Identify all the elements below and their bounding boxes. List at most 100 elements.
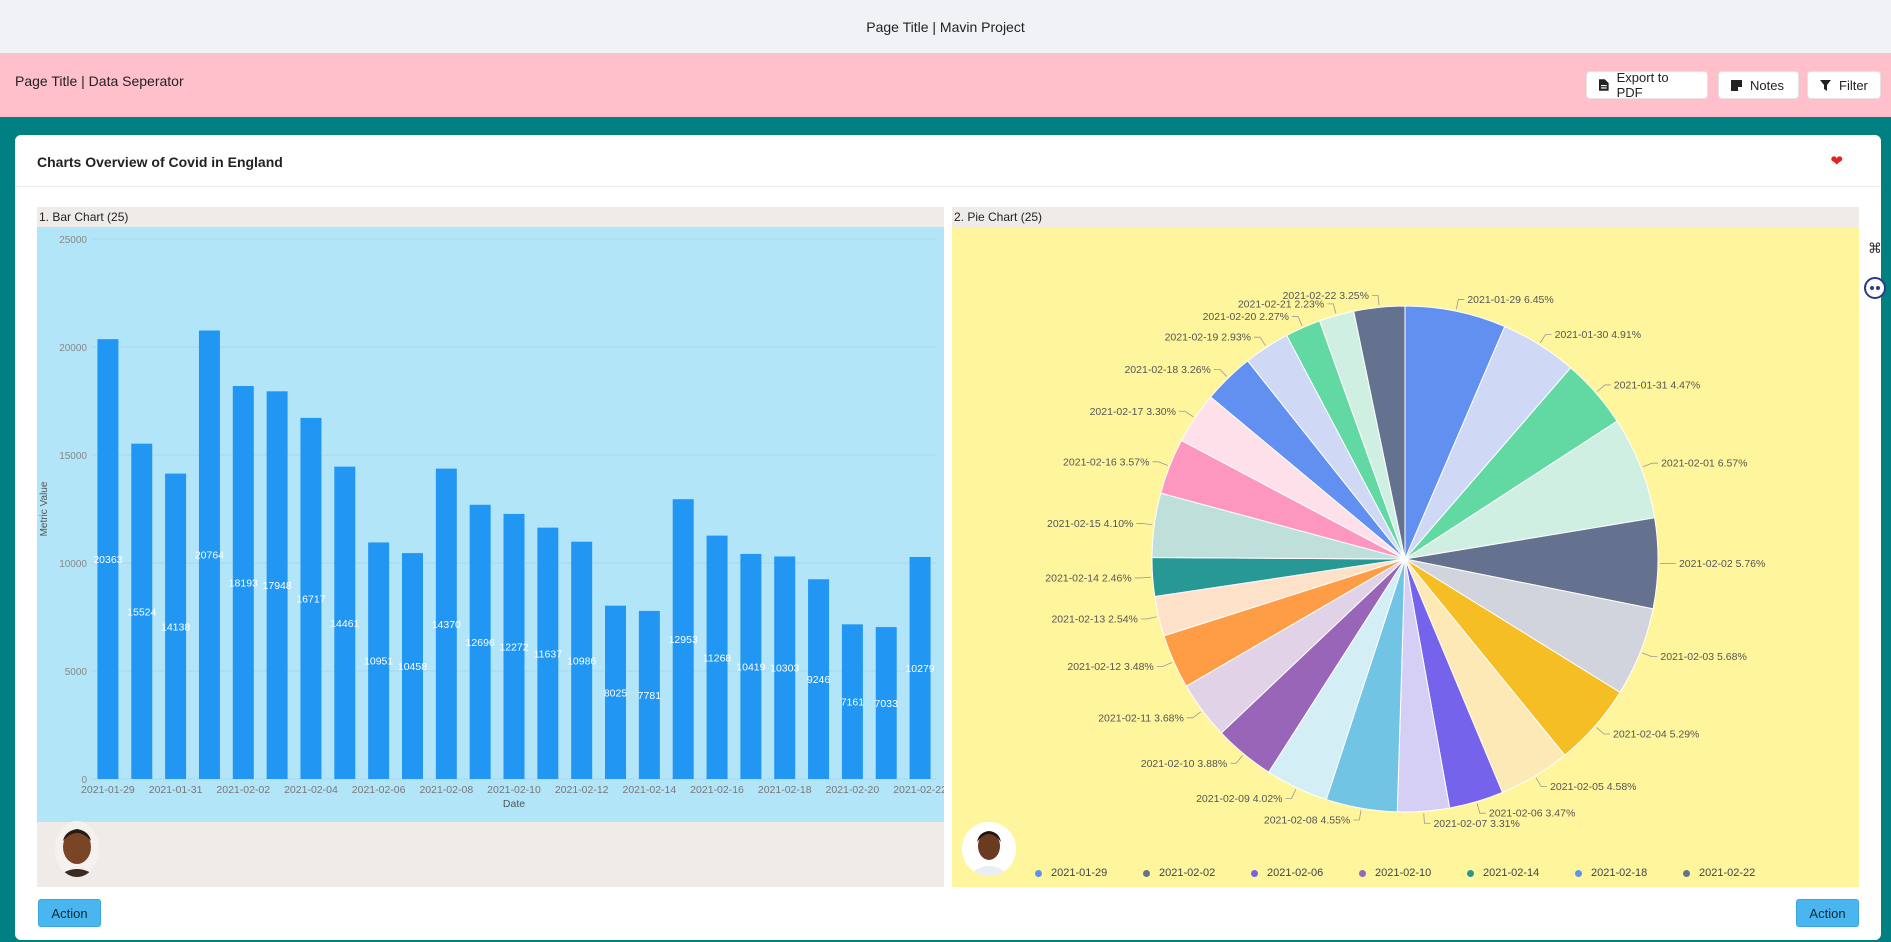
assistant-icon[interactable] [1863, 276, 1887, 300]
legend-item[interactable]: 2021-01-29 [1035, 867, 1143, 879]
pie-leader-line [1230, 755, 1243, 764]
x-axis-label: Date [503, 798, 525, 810]
legend-dot-icon [1143, 869, 1150, 877]
action-button-left[interactable]: Action [38, 899, 101, 927]
bar-value-label: 16717 [296, 593, 325, 605]
pie-slice-label: 2021-02-03 5.68% [1660, 651, 1746, 663]
bar-value-label: 10279 [905, 663, 934, 675]
avatar-2 [962, 822, 1016, 876]
charts-card: Charts Overview of Covid in England ❤ 1.… [15, 135, 1881, 940]
pie-slice-label: 2021-02-14 2.46% [1045, 572, 1131, 584]
filter-label: Filter [1839, 77, 1868, 93]
bar-value-label: 9246 [807, 674, 831, 686]
legend-dot-icon [1359, 869, 1366, 877]
legend-dot-icon [1251, 869, 1258, 877]
page-header: Page Title | Mavin Project [0, 0, 1891, 53]
bar-chart-label: 1. Bar Chart (25) [39, 210, 129, 224]
pie-slice-label: 2021-02-09 4.02% [1196, 793, 1282, 805]
x-tick-label: 2021-02-02 [216, 784, 270, 796]
export-pdf-button[interactable]: Export to PDF [1586, 70, 1708, 100]
x-tick-label: 2021-02-14 [623, 784, 677, 796]
bar-value-label: 18193 [229, 578, 258, 590]
x-tick-label: 2021-02-10 [487, 784, 541, 796]
x-tick-label: 2021-02-12 [555, 784, 609, 796]
bar-value-label: 15524 [127, 606, 156, 618]
y-tick-label: 25000 [59, 235, 87, 246]
x-tick-label: 2021-02-22 [893, 784, 944, 796]
pdf-icon [1599, 79, 1609, 91]
section-title: Page Title | Data Seperator [15, 73, 184, 89]
pie-leader-line [1186, 711, 1202, 719]
pie-leader-line [1371, 294, 1380, 306]
legend-label: 2021-02-02 [1159, 867, 1216, 879]
pie-leader-line [1292, 316, 1303, 326]
pie-slice-label: 2021-01-29 6.45% [1467, 294, 1553, 306]
x-tick-label: 2021-01-29 [81, 784, 135, 796]
pie-slice-label: 2021-02-20 2.27% [1203, 311, 1289, 323]
x-tick-label: 2021-01-31 [149, 784, 203, 796]
legend-item[interactable]: 2021-02-14 [1467, 867, 1575, 879]
page-title: Page Title | Mavin Project [866, 18, 1025, 35]
pie-leader-line [1535, 777, 1548, 787]
pie-leader-line [1152, 461, 1168, 466]
command-icon[interactable]: ⌘ [1863, 236, 1887, 260]
pie-slice-label: 2021-02-08 4.55% [1264, 815, 1350, 827]
bot-face-icon [1864, 277, 1886, 299]
x-tick-label: 2021-02-08 [419, 784, 473, 796]
legend-item[interactable]: 2021-02-06 [1251, 867, 1359, 879]
pie-slice-label: 2021-02-22 3.25% [1283, 290, 1369, 302]
legend-item[interactable]: 2021-02-22 [1683, 867, 1791, 879]
pie-slice-label: 2021-01-30 4.91% [1555, 329, 1641, 341]
sub-header: Page Title | Data Seperator Export to PD… [0, 53, 1891, 117]
pie-slice-label: 2021-01-31 4.47% [1614, 379, 1700, 391]
pie-slice-label: 2021-02-04 5.29% [1613, 729, 1699, 741]
bar-value-label: 17948 [263, 580, 292, 592]
legend-item[interactable]: 2021-02-18 [1575, 867, 1683, 879]
pie-leader-line [1178, 410, 1194, 418]
pie-leader-line [1327, 303, 1337, 314]
legend-label: 2021-02-06 [1267, 867, 1324, 879]
person-avatar-icon [55, 821, 99, 877]
pie-leader-line [1539, 334, 1552, 344]
note-icon [1731, 79, 1742, 91]
y-tick-label: 10000 [59, 559, 87, 570]
pie-slice-label: 2021-02-19 2.93% [1165, 332, 1251, 344]
pie-slice-label: 2021-02-18 3.26% [1124, 364, 1210, 376]
y-axis-label: Metric Value [39, 481, 50, 536]
pie-leader-line [1134, 576, 1151, 579]
favorite-heart-icon[interactable]: ❤ [1830, 152, 1843, 170]
pie-chart: 2021-01-29 6.45% 2021-01-30 4.91% 2021-01-… [952, 227, 1859, 887]
pie-leader-line [1423, 813, 1431, 824]
bar-value-label: 11268 [703, 652, 732, 664]
bar-value-label: 7033 [875, 698, 899, 710]
bar-value-label: 12272 [499, 641, 528, 653]
bar-value-label: 10986 [567, 655, 596, 667]
bar-chart-panel: 1. Bar Chart (25) 0 5000 10000 15000 20000 25… [37, 207, 944, 887]
pie-slice-label: 2021-02-17 3.30% [1090, 406, 1176, 418]
legend-item[interactable]: 2021-02-10 [1359, 867, 1467, 879]
pie-slice-label: 2021-02-10 3.88% [1141, 758, 1227, 770]
legend-dot-icon [1683, 869, 1690, 877]
pie-leader-line [1156, 662, 1173, 667]
legend-label: 2021-02-22 [1699, 867, 1756, 879]
filter-button[interactable]: Filter [1807, 71, 1881, 99]
pie-leader-line [1476, 803, 1486, 814]
legend-item[interactable]: 2021-02-02 [1143, 867, 1251, 879]
x-tick-label: 2021-02-16 [690, 784, 744, 796]
pie-slice-label: 2021-02-13 2.54% [1051, 614, 1137, 626]
bar-value-label: 11637 [534, 648, 563, 660]
bar-value-label: 10419 [736, 661, 765, 673]
notes-button[interactable]: Notes [1718, 71, 1799, 99]
bar-value-label: 14138 [161, 621, 190, 633]
pie-slice-label: 2021-02-15 4.10% [1047, 518, 1133, 530]
action-button-right[interactable]: Action [1796, 899, 1859, 927]
pie-slice-label: 2021-02-11 3.68% [1098, 712, 1184, 724]
bar-value-label: 14370 [432, 619, 461, 631]
bar-value-label: 10951 [364, 656, 393, 668]
pie-leader-line [1254, 336, 1266, 346]
legend-dot-icon [1467, 869, 1474, 877]
legend-dot-icon [1035, 869, 1042, 877]
pie-leader-line [1353, 810, 1362, 821]
x-tick-label: 2021-02-06 [352, 784, 406, 796]
filter-icon [1820, 79, 1831, 91]
